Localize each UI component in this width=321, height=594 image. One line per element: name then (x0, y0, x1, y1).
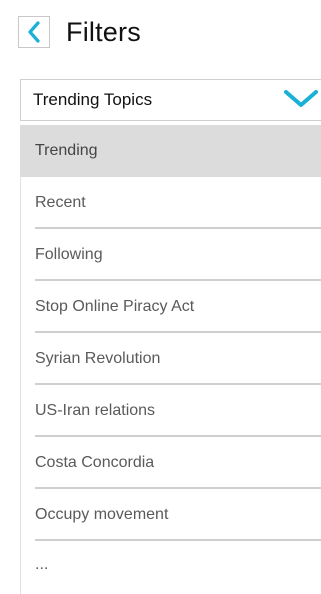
list-item-recent[interactable]: Recent (20, 177, 321, 229)
header: Filters (18, 14, 141, 50)
list-item-occupy-movement[interactable]: Occupy movement (20, 489, 321, 541)
dropdown-selected-label: Trending Topics (33, 90, 153, 109)
list-item-label: Occupy movement (35, 506, 169, 523)
list-item-label: Costa Concordia (35, 454, 155, 471)
list-item-following[interactable]: Following (20, 229, 321, 281)
list-item-costa-concordia[interactable]: Costa Concordia (20, 437, 321, 489)
filters-screen: Filters Trending Topics Trending Recent … (0, 0, 321, 594)
list-item-label: US-Iran relations (35, 402, 156, 419)
chevron-down-icon (283, 88, 319, 115)
topic-list: Trending Recent Following Stop Online Pi… (20, 125, 321, 589)
list-left-border (20, 176, 21, 594)
list-item-syrian-revolution[interactable]: Syrian Revolution (20, 333, 321, 385)
list-item-label: Trending (35, 142, 98, 159)
list-item-more[interactable]: ... (20, 541, 321, 589)
topic-type-dropdown[interactable]: Trending Topics (20, 79, 321, 121)
list-item-label: Recent (35, 194, 86, 211)
list-item-stop-online-piracy-act[interactable]: Stop Online Piracy Act (20, 281, 321, 333)
list-item-us-iran-relations[interactable]: US-Iran relations (20, 385, 321, 437)
back-button[interactable] (18, 16, 50, 48)
page-title: Filters (66, 16, 141, 47)
chevron-left-icon (27, 21, 41, 43)
list-item-label: Following (35, 246, 103, 263)
list-item-trending[interactable]: Trending (20, 125, 321, 177)
list-item-label: Stop Online Piracy Act (35, 298, 195, 315)
list-item-label: ... (35, 556, 49, 573)
list-item-label: Syrian Revolution (35, 350, 161, 367)
